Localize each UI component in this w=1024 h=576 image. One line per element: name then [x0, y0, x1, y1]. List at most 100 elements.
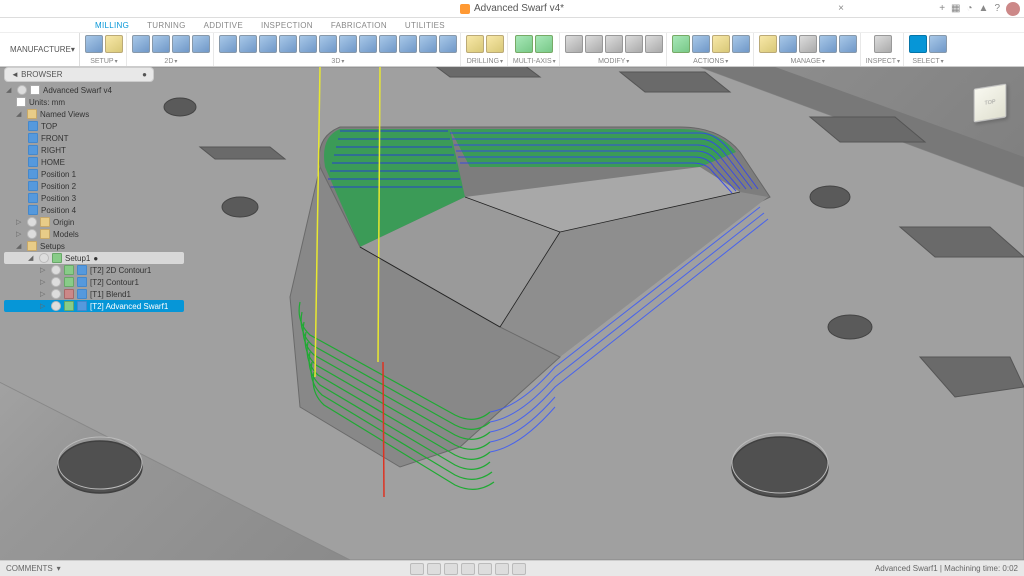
2d-label[interactable]: 2D: [164, 58, 177, 66]
delete-passes-icon[interactable]: [605, 35, 623, 53]
measure-icon[interactable]: [874, 35, 892, 53]
data-panel-icon[interactable]: ▦: [951, 3, 960, 14]
viewports-icon[interactable]: [512, 563, 526, 575]
machine-library-icon[interactable]: [799, 35, 817, 53]
3d-parallel-icon[interactable]: [259, 35, 277, 53]
tree-view-right[interactable]: RIGHT: [4, 144, 184, 156]
3d-horizontal-icon[interactable]: [319, 35, 337, 53]
user-avatar[interactable]: [1006, 2, 1020, 16]
3d-contour-icon[interactable]: [279, 35, 297, 53]
manage-5-icon[interactable]: [839, 35, 857, 53]
silhouette-icon[interactable]: [565, 35, 583, 53]
hole-recognition-icon[interactable]: [486, 35, 504, 53]
display-settings-icon[interactable]: [478, 563, 492, 575]
3d-morphed-icon[interactable]: [419, 35, 437, 53]
3d-scallop-icon[interactable]: [359, 35, 377, 53]
3d-project-icon[interactable]: [439, 35, 457, 53]
tree-view-top[interactable]: TOP: [4, 120, 184, 132]
close-document-icon[interactable]: ×: [838, 3, 844, 14]
tree-models[interactable]: ▷Models: [4, 228, 184, 240]
3d-ramp-icon[interactable]: [299, 35, 317, 53]
tree-view-home[interactable]: HOME: [4, 156, 184, 168]
grid-icon[interactable]: [495, 563, 509, 575]
2d-adaptive-icon[interactable]: [132, 35, 150, 53]
generate-icon[interactable]: [672, 35, 690, 53]
3d-spiral-icon[interactable]: [379, 35, 397, 53]
simulate-icon[interactable]: [692, 35, 710, 53]
tree-view-pos3[interactable]: Position 3: [4, 192, 184, 204]
tree-setups[interactable]: ◢Setups: [4, 240, 184, 252]
modify-label[interactable]: MODIFY: [598, 58, 629, 66]
3d-label[interactable]: 3D: [331, 58, 344, 66]
select-icon[interactable]: [909, 35, 927, 53]
inspect-label[interactable]: INSPECT: [866, 58, 900, 66]
view-tools: [410, 563, 526, 575]
tree-op-advanced-swarf[interactable]: ▷[T2] Advanced Swarf1: [4, 300, 184, 312]
multiaxis-contour-icon[interactable]: [535, 35, 553, 53]
tab-inspection[interactable]: INSPECTION: [261, 21, 313, 30]
orbit-icon[interactable]: [410, 563, 424, 575]
drilling-label[interactable]: DRILLING: [467, 58, 503, 66]
3d-pencil-icon[interactable]: [339, 35, 357, 53]
tree-view-front[interactable]: FRONT: [4, 132, 184, 144]
setup-icon[interactable]: [85, 35, 103, 53]
fit-icon[interactable]: [461, 563, 475, 575]
select-label[interactable]: SELECT: [912, 58, 943, 66]
tree-setup1[interactable]: ◢Setup1 ●: [4, 252, 184, 264]
window-select-icon[interactable]: [929, 35, 947, 53]
tab-turning[interactable]: TURNING: [147, 21, 186, 30]
post-process-icon[interactable]: [712, 35, 730, 53]
3d-pocket-icon[interactable]: [239, 35, 257, 53]
browser-header[interactable]: ◄ BROWSER ●: [4, 67, 154, 82]
new-tab-icon[interactable]: +: [939, 3, 945, 14]
title-bar: Advanced Swarf v4* × + ▦ ◔ ▲ ?: [0, 0, 1024, 18]
browser-pin-icon[interactable]: ●: [142, 70, 147, 79]
help-icon[interactable]: ?: [994, 3, 1000, 14]
tab-utilities[interactable]: UTILITIES: [405, 21, 445, 30]
3d-radial-icon[interactable]: [399, 35, 417, 53]
setup-sheet-icon[interactable]: [732, 35, 750, 53]
viewcube-home-icon[interactable]: ⌂: [962, 75, 967, 85]
multiaxis-label[interactable]: MULTI-AXIS: [513, 58, 556, 66]
tree-root[interactable]: ◢Advanced Swarf v4: [4, 84, 184, 96]
tab-fabrication[interactable]: FABRICATION: [331, 21, 387, 30]
workspace-switcher[interactable]: MANUFACTURE ▾: [6, 33, 80, 66]
task-manager-icon[interactable]: [779, 35, 797, 53]
actions-label[interactable]: ACTIONS: [693, 58, 728, 66]
pan-icon[interactable]: [427, 563, 441, 575]
modify-4-icon[interactable]: [625, 35, 643, 53]
view-cube[interactable]: ⌂ TOP: [964, 77, 1014, 127]
tab-additive[interactable]: ADDITIVE: [204, 21, 243, 30]
notifications-icon[interactable]: ◔: [966, 3, 972, 14]
2d-contour-icon[interactable]: [192, 35, 210, 53]
2d-face-icon[interactable]: [172, 35, 190, 53]
setup-label[interactable]: SETUP: [90, 58, 117, 66]
tool-library-icon[interactable]: [759, 35, 777, 53]
tree-op-2dcontour[interactable]: ▷[T2] 2D Contour1: [4, 264, 184, 276]
tree-view-pos2[interactable]: Position 2: [4, 180, 184, 192]
manage-4-icon[interactable]: [819, 35, 837, 53]
swarf-icon[interactable]: [515, 35, 533, 53]
drill-icon[interactable]: [466, 35, 484, 53]
tree-units[interactable]: Units: mm: [4, 96, 184, 108]
viewcube-face[interactable]: TOP: [974, 83, 1007, 122]
nc-program-icon[interactable]: [105, 35, 123, 53]
document-title: Advanced Swarf v4*: [474, 3, 564, 14]
comments-toggle[interactable]: COMMENTS ▾: [6, 564, 61, 573]
titlebar-actions: + ▦ ◔ ▲ ?: [939, 2, 1020, 16]
3d-adaptive-icon[interactable]: [219, 35, 237, 53]
group-modify: MODIFY: [562, 33, 667, 66]
2d-pocket-icon[interactable]: [152, 35, 170, 53]
manage-label[interactable]: MANAGE: [791, 58, 825, 66]
tab-milling[interactable]: MILLING: [95, 21, 129, 30]
tree-view-pos1[interactable]: Position 1: [4, 168, 184, 180]
toolpath-trim-icon[interactable]: [585, 35, 603, 53]
tree-origin[interactable]: ▷Origin: [4, 216, 184, 228]
tree-named-views[interactable]: ◢Named Views: [4, 108, 184, 120]
zoom-icon[interactable]: [444, 563, 458, 575]
tree-view-pos4[interactable]: Position 4: [4, 204, 184, 216]
modify-5-icon[interactable]: [645, 35, 663, 53]
tree-op-contour1[interactable]: ▷[T2] Contour1: [4, 276, 184, 288]
extensions-icon[interactable]: ▲: [979, 3, 989, 14]
tree-op-blend1[interactable]: ▷[T1] Blend1: [4, 288, 184, 300]
